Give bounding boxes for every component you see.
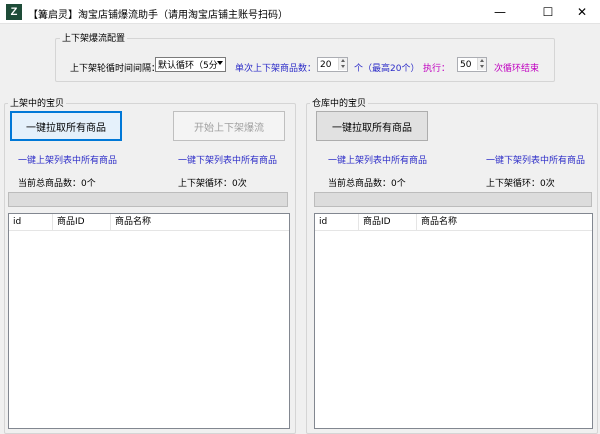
title-bar[interactable]: Z 【篝启灵】淘宝店铺爆流助手（请用淘宝店铺主账号扫码） — ☐ ✕ xyxy=(0,0,600,24)
right-list-all-up-link[interactable]: 一键上架列表中所有商品 xyxy=(328,153,427,166)
left-goods-table[interactable]: id 商品ID 商品名称 xyxy=(8,213,290,429)
col-id[interactable]: id xyxy=(9,214,53,231)
exec-value: 50 xyxy=(460,59,472,70)
right-fetch-button[interactable]: 一键拉取所有商品 xyxy=(316,111,428,141)
right-list-all-down-link[interactable]: 一键下架列表中所有商品 xyxy=(486,153,585,166)
config-group-title: 上下架爆流配置 xyxy=(60,31,128,44)
minimize-button[interactable]: — xyxy=(480,0,520,24)
count-unit: 个（最高20个） xyxy=(354,64,420,74)
chevron-down-icon xyxy=(217,61,223,65)
col-goods-id[interactable]: 商品ID xyxy=(53,214,111,231)
count-label: 单次上下架商品数： xyxy=(235,64,317,74)
right-total-count: 当前总商品数：0个 xyxy=(328,179,406,189)
exec-unit: 次循环结束 xyxy=(494,64,540,74)
left-list-all-up-link[interactable]: 一键上架列表中所有商品 xyxy=(18,153,117,166)
spin-down-icon[interactable] xyxy=(338,64,347,70)
app-icon: Z xyxy=(6,4,22,20)
interval-label: 上下架轮循时间间隔： xyxy=(70,64,161,74)
col-goods-id[interactable]: 商品ID xyxy=(359,214,417,231)
count-value: 20 xyxy=(320,59,332,70)
spin-down-icon[interactable] xyxy=(477,64,486,70)
left-cycle-count: 上下架循环：0次 xyxy=(178,179,247,189)
exec-label: 执行： xyxy=(423,64,451,74)
count-spinner[interactable]: 20 xyxy=(317,57,348,72)
close-button[interactable]: ✕ xyxy=(562,0,600,24)
interval-select[interactable]: 默认循环（5分 xyxy=(155,57,226,72)
left-fetch-button[interactable]: 一键拉取所有商品 xyxy=(10,111,122,141)
left-total-count: 当前总商品数：0个 xyxy=(18,179,96,189)
interval-value: 默认循环（5分 xyxy=(158,61,218,71)
exec-spinner[interactable]: 50 xyxy=(457,57,487,72)
right-progress-bar xyxy=(314,192,592,207)
col-goods-name[interactable]: 商品名称 xyxy=(417,214,592,231)
col-goods-name[interactable]: 商品名称 xyxy=(111,214,289,231)
window-title: 【篝启灵】淘宝店铺爆流助手（请用淘宝店铺主账号扫码） xyxy=(28,10,288,21)
left-list-all-down-link[interactable]: 一键下架列表中所有商品 xyxy=(178,153,277,166)
right-panel-title: 仓库中的宝贝 xyxy=(310,96,369,109)
left-progress-bar xyxy=(8,192,288,207)
right-goods-table[interactable]: id 商品ID 商品名称 xyxy=(314,213,593,429)
left-panel-title: 上架中的宝贝 xyxy=(8,96,67,109)
start-button[interactable]: 开始上下架爆流 xyxy=(173,111,285,141)
table-header: id 商品ID 商品名称 xyxy=(9,214,289,231)
table-header: id 商品ID 商品名称 xyxy=(315,214,592,231)
right-cycle-count: 上下架循环：0次 xyxy=(486,179,555,189)
col-id[interactable]: id xyxy=(315,214,359,231)
